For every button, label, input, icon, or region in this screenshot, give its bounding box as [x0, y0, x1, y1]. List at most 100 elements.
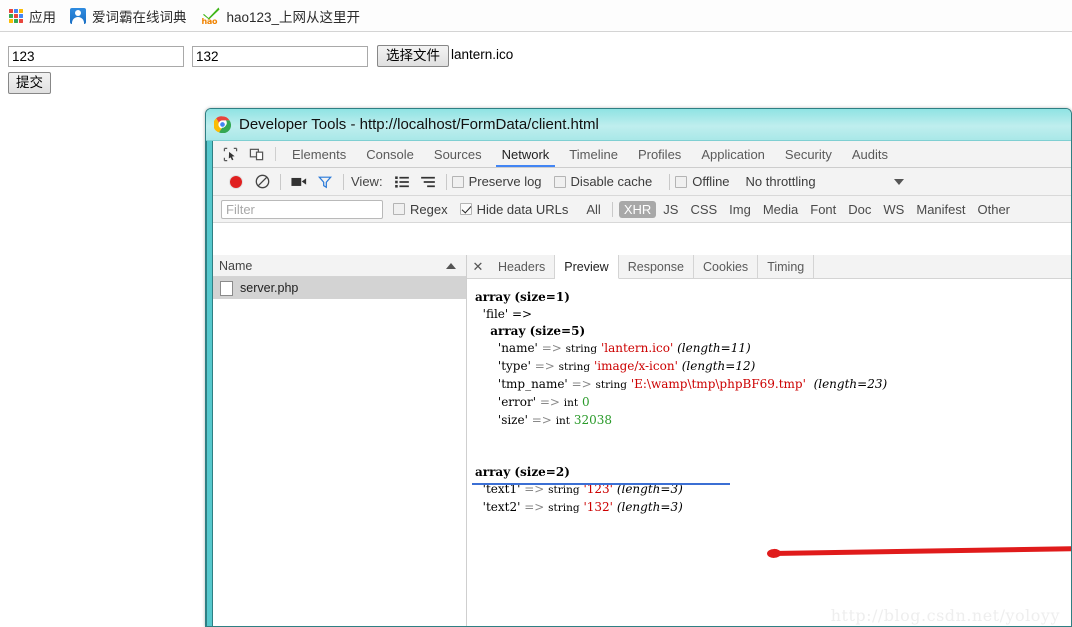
- network-toolbar: View: Preserve log Disable cache Offline…: [213, 168, 1071, 196]
- dump-line: 'file' =>: [475, 306, 1071, 323]
- page-form-area: 选择文件 lantern.ico 提交: [0, 32, 1072, 107]
- chevron-down-icon[interactable]: [893, 178, 904, 185]
- dump-key: 'text2': [482, 500, 521, 514]
- filter-input[interactable]: [221, 199, 383, 219]
- type-filter-manifest[interactable]: Manifest: [911, 201, 970, 218]
- tab-elements[interactable]: Elements: [282, 141, 356, 167]
- waterfall-view-button[interactable]: [415, 169, 441, 195]
- disable-cache-checkbox[interactable]: [553, 175, 566, 188]
- tab-response[interactable]: Response: [619, 255, 695, 278]
- blue-annotation-underline: [472, 483, 730, 485]
- dump-key-file: 'file' =>: [482, 307, 533, 321]
- type-filter-css[interactable]: CSS: [685, 201, 722, 218]
- dump-value: 0: [581, 395, 590, 409]
- tab-application[interactable]: Application: [691, 141, 775, 167]
- regex-checkbox[interactable]: [393, 203, 405, 215]
- record-icon: [230, 175, 242, 188]
- submit-button[interactable]: 提交: [8, 72, 51, 94]
- dump-length: (length=11): [677, 341, 751, 355]
- inspect-element-icon[interactable]: [217, 141, 243, 167]
- tab-cookies[interactable]: Cookies: [694, 255, 759, 278]
- dump-type: string: [595, 379, 627, 391]
- dump-value: 'lantern.ico': [600, 341, 674, 355]
- dump-arrow: =>: [539, 395, 560, 409]
- type-filter-media[interactable]: Media: [758, 201, 803, 218]
- funnel-icon: [318, 176, 332, 188]
- tab-sources[interactable]: Sources: [424, 141, 492, 167]
- type-filter-all[interactable]: All: [581, 201, 605, 218]
- type-filter-img[interactable]: Img: [724, 201, 756, 218]
- dump-type: string: [548, 484, 580, 496]
- hide-data-urls-checkbox[interactable]: [459, 203, 472, 215]
- bookmark-bar: 应用 爱词霸在线词典 hao hao123_上网从这里开: [0, 0, 1072, 32]
- dump-line: 'tmp_name' => string 'E:\wamp\tmp\phpBF6…: [475, 376, 1071, 394]
- tab-audits[interactable]: Audits: [842, 141, 898, 167]
- preview-var-dump-output: array (size=1) 'file' => array (size=5) …: [467, 279, 1071, 626]
- view-label: View:: [351, 174, 383, 189]
- tab-timing[interactable]: Timing: [758, 255, 815, 278]
- tab-preview[interactable]: Preview: [555, 255, 619, 279]
- dump-line: 'error' => int 0: [475, 394, 1071, 412]
- dump-length: (length=3): [616, 500, 683, 514]
- bookmark-label-iciba: 爱词霸在线词典: [92, 9, 187, 25]
- window-left-frame: [206, 141, 213, 626]
- tab-timeline[interactable]: Timeline: [559, 141, 628, 167]
- preserve-log-checkbox[interactable]: [451, 175, 464, 188]
- type-filter-other[interactable]: Other: [973, 201, 1016, 218]
- camera-icon: [291, 177, 307, 186]
- clear-button[interactable]: [249, 169, 275, 195]
- toolbar-divider-4: [669, 173, 671, 190]
- dump-line: array (size=2): [475, 464, 1071, 481]
- sort-ascending-icon: [446, 262, 456, 269]
- devtools-window-title: Developer Tools - http://localhost/FormD…: [239, 116, 599, 133]
- list-view-button[interactable]: [389, 169, 415, 195]
- tab-headers[interactable]: Headers: [489, 255, 556, 278]
- bookmark-item-hao123[interactable]: hao hao123_上网从这里开: [201, 5, 361, 27]
- close-icon[interactable]: ✕: [467, 255, 489, 278]
- toggle-device-toolbar-icon[interactable]: [243, 141, 269, 167]
- bookmark-label-apps: 应用: [29, 9, 56, 25]
- record-button[interactable]: [223, 169, 249, 195]
- requests-column-header[interactable]: Name: [213, 255, 466, 277]
- list-view-icon: [394, 175, 409, 188]
- dump-array-header-3: array (size=2): [475, 465, 570, 479]
- dump-type: int: [563, 397, 579, 409]
- watermark-text: http://blog.csdn.net/yoloyy: [830, 606, 1060, 625]
- bookmark-item-apps[interactable]: 应用: [9, 5, 56, 27]
- dump-blank-line: [475, 447, 1071, 464]
- tab-profiles[interactable]: Profiles: [628, 141, 691, 167]
- dump-arrow: =>: [524, 500, 545, 514]
- tab-security[interactable]: Security: [775, 141, 842, 167]
- hao123-icon-text: hao: [201, 16, 218, 26]
- regex-label: Regex: [410, 201, 448, 217]
- type-filter-ws[interactable]: WS: [878, 201, 909, 218]
- offline-checkbox[interactable]: [675, 175, 688, 188]
- table-row[interactable]: server.php: [213, 277, 466, 299]
- tabstrip-divider: [275, 147, 276, 161]
- hao123-icon: hao: [201, 7, 221, 26]
- requests-pane: Name server.php: [213, 255, 467, 626]
- type-filter-xhr[interactable]: XHR: [618, 200, 657, 218]
- bookmark-item-iciba[interactable]: 爱词霸在线词典: [70, 5, 187, 27]
- text1-input[interactable]: [8, 46, 184, 67]
- dump-line: 'size' => int 32038: [475, 412, 1071, 430]
- dump-arrow: =>: [571, 377, 592, 391]
- preserve-log-label: Preserve log: [468, 174, 542, 189]
- dump-type: string: [565, 343, 598, 355]
- bookmark-label-hao123: hao123_上网从这里开: [226, 9, 361, 25]
- tab-console[interactable]: Console: [356, 141, 424, 167]
- type-filter-font[interactable]: Font: [805, 201, 841, 218]
- filter-toggle-button[interactable]: [312, 169, 338, 195]
- dump-array-header-2: array (size=5): [490, 324, 586, 338]
- throttling-select-value[interactable]: No throttling: [746, 174, 816, 189]
- text2-input[interactable]: [192, 46, 368, 67]
- type-filter-doc[interactable]: Doc: [843, 201, 876, 218]
- dump-length: (length=12): [681, 359, 756, 373]
- dump-blank-line: [475, 430, 1071, 447]
- selected-file-name: lantern.ico: [451, 47, 514, 62]
- tab-network[interactable]: Network: [492, 141, 560, 167]
- type-filter-js[interactable]: JS: [658, 201, 683, 218]
- capture-screenshots-button[interactable]: [286, 169, 312, 195]
- dump-line: 'type' => string 'image/x-icon' (length=…: [475, 358, 1071, 376]
- choose-file-button[interactable]: 选择文件: [377, 45, 449, 67]
